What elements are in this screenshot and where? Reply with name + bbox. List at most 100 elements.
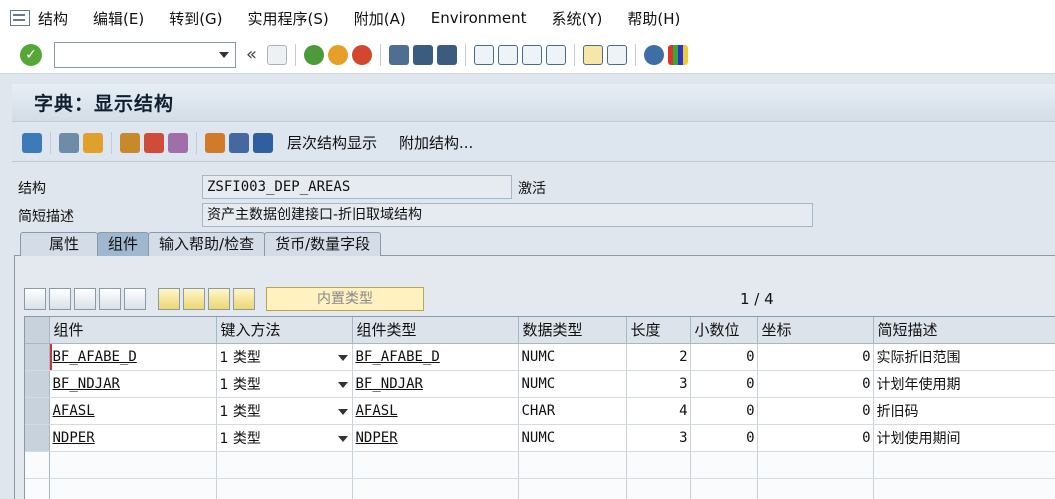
empty-cell[interactable] — [352, 451, 519, 479]
command-dropdown-icon[interactable] — [219, 51, 229, 58]
empty-cell[interactable] — [49, 451, 217, 479]
find-icon[interactable] — [413, 44, 434, 65]
column-header-short-description[interactable]: 简短描述 — [873, 317, 1055, 344]
empty-cell[interactable] — [757, 451, 874, 479]
dropdown-arrow-icon[interactable] — [337, 381, 348, 388]
empty-cell[interactable] — [352, 478, 519, 499]
tab-currency-quantity-fields[interactable]: 货币/数量字段 — [264, 232, 382, 256]
component-cell[interactable]: BF_NDJAR — [49, 370, 217, 398]
other-object-icon[interactable] — [120, 132, 140, 153]
customize-layout-icon[interactable] — [668, 44, 689, 65]
paste-icon[interactable] — [74, 288, 96, 310]
empty-cell[interactable] — [216, 451, 353, 479]
component-type-value[interactable]: BF_AFABE_D — [356, 349, 440, 365]
component-type-cell[interactable]: NDPER — [352, 424, 519, 452]
info-icon[interactable] — [253, 132, 273, 153]
column-header-coordinate[interactable]: 坐标 — [757, 317, 874, 344]
menu-goto[interactable]: 转到(G) — [169, 8, 222, 29]
where-used-icon[interactable] — [205, 132, 225, 153]
builtin-type-button[interactable]: 内置类型 — [266, 287, 424, 311]
component-cell[interactable]: AFASL — [49, 397, 217, 425]
empty-cell[interactable] — [518, 451, 627, 479]
select-all-cell[interactable] — [25, 317, 50, 344]
object-list-icon[interactable] — [229, 132, 249, 153]
structure-field[interactable]: ZSFI003_DEP_AREAS — [202, 175, 512, 199]
empty-cell[interactable] — [757, 478, 874, 499]
typing-method-cell[interactable]: 1 类型 — [216, 370, 353, 398]
active-inactive-icon[interactable] — [83, 132, 103, 153]
exit-icon[interactable] — [328, 44, 349, 65]
tab-components[interactable]: 组件 — [97, 232, 150, 256]
column-header-length[interactable]: 长度 — [626, 317, 691, 344]
menu-environment[interactable]: Environment — [431, 9, 527, 27]
up-icon[interactable] — [233, 288, 255, 310]
row-selector[interactable] — [25, 397, 50, 425]
empty-cell[interactable] — [626, 451, 691, 479]
menu-utilities[interactable]: 实用程序(S) — [248, 8, 329, 29]
first-page-icon[interactable] — [474, 44, 495, 65]
filter-icon[interactable] — [158, 288, 180, 310]
first-row-icon[interactable] — [183, 288, 205, 310]
tab-input-help-check[interactable]: 输入帮助/检查 — [148, 232, 266, 256]
save-icon[interactable] — [267, 44, 288, 65]
component-type-value[interactable]: AFASL — [356, 403, 398, 419]
component-type-value[interactable]: BF_NDJAR — [356, 376, 423, 392]
dropdown-arrow-icon[interactable] — [337, 435, 348, 442]
empty-cell[interactable] — [690, 451, 758, 479]
help-icon[interactable] — [644, 44, 665, 65]
menu-extras[interactable]: 附加(A) — [354, 8, 406, 29]
previous-row-icon[interactable] — [208, 288, 230, 310]
menu-icon[interactable] — [10, 10, 30, 26]
collapse-icon[interactable]: « — [246, 44, 257, 65]
component-name[interactable]: NDPER — [53, 430, 95, 446]
create-session-icon[interactable] — [583, 44, 604, 65]
empty-cell[interactable] — [626, 478, 691, 499]
column-header-data-type[interactable]: 数据类型 — [518, 317, 627, 344]
shortcut-icon[interactable] — [607, 44, 628, 65]
component-name[interactable]: BF_AFABE_D — [53, 349, 137, 365]
component-type-value[interactable]: NDPER — [356, 430, 398, 446]
component-type-cell[interactable]: BF_NDJAR — [352, 370, 519, 398]
copy-icon[interactable] — [49, 288, 71, 310]
row-selector[interactable] — [25, 370, 50, 398]
dropdown-arrow-icon[interactable] — [337, 354, 348, 361]
previous-page-icon[interactable] — [498, 44, 519, 65]
check-icon[interactable] — [144, 132, 164, 153]
row-selector[interactable] — [25, 424, 50, 452]
component-type-cell[interactable]: BF_AFABE_D — [352, 343, 519, 371]
hierarchy-display-button[interactable]: 层次结构显示 — [287, 132, 377, 153]
typing-method-cell[interactable]: 1 类型 — [216, 397, 353, 425]
component-cell[interactable]: NDPER — [49, 424, 217, 452]
command-input[interactable] — [55, 42, 215, 67]
component-name[interactable]: AFASL — [53, 403, 95, 419]
empty-cell[interactable] — [873, 478, 1055, 499]
column-header-decimals[interactable]: 小数位 — [690, 317, 758, 344]
row-selector[interactable] — [25, 343, 50, 371]
back-arrow-icon[interactable] — [22, 132, 42, 153]
find-next-icon[interactable] — [437, 44, 458, 65]
empty-cell[interactable] — [518, 478, 627, 499]
component-type-cell[interactable]: AFASL — [352, 397, 519, 425]
cancel-icon[interactable] — [352, 44, 373, 65]
menu-help[interactable]: 帮助(H) — [627, 8, 680, 29]
column-header-component[interactable]: 组件 — [49, 317, 217, 344]
next-page-icon[interactable] — [522, 44, 543, 65]
empty-cell[interactable] — [690, 478, 758, 499]
append-structure-button[interactable]: 附加结构... — [399, 132, 473, 153]
menu-edit[interactable]: 编辑(E) — [93, 8, 144, 29]
empty-cell[interactable] — [49, 478, 217, 499]
typing-method-cell[interactable]: 1 类型 — [216, 343, 353, 371]
empty-cell[interactable] — [873, 451, 1055, 479]
delete-row-icon[interactable] — [124, 288, 146, 310]
command-field[interactable] — [54, 41, 236, 68]
short-description-field[interactable]: 资产主数据创建接口-折旧取域结构 — [202, 203, 813, 227]
typing-method-cell[interactable]: 1 类型 — [216, 424, 353, 452]
menu-system[interactable]: 系统(Y) — [552, 8, 603, 29]
print-icon[interactable] — [389, 44, 410, 65]
row-selector[interactable] — [25, 478, 50, 499]
column-header-component-type[interactable]: 组件类型 — [352, 317, 519, 344]
cut-icon[interactable] — [24, 288, 46, 310]
tab-attributes[interactable]: 属性 — [20, 232, 99, 256]
insert-row-icon[interactable] — [99, 288, 121, 310]
component-name[interactable]: BF_NDJAR — [53, 376, 120, 392]
